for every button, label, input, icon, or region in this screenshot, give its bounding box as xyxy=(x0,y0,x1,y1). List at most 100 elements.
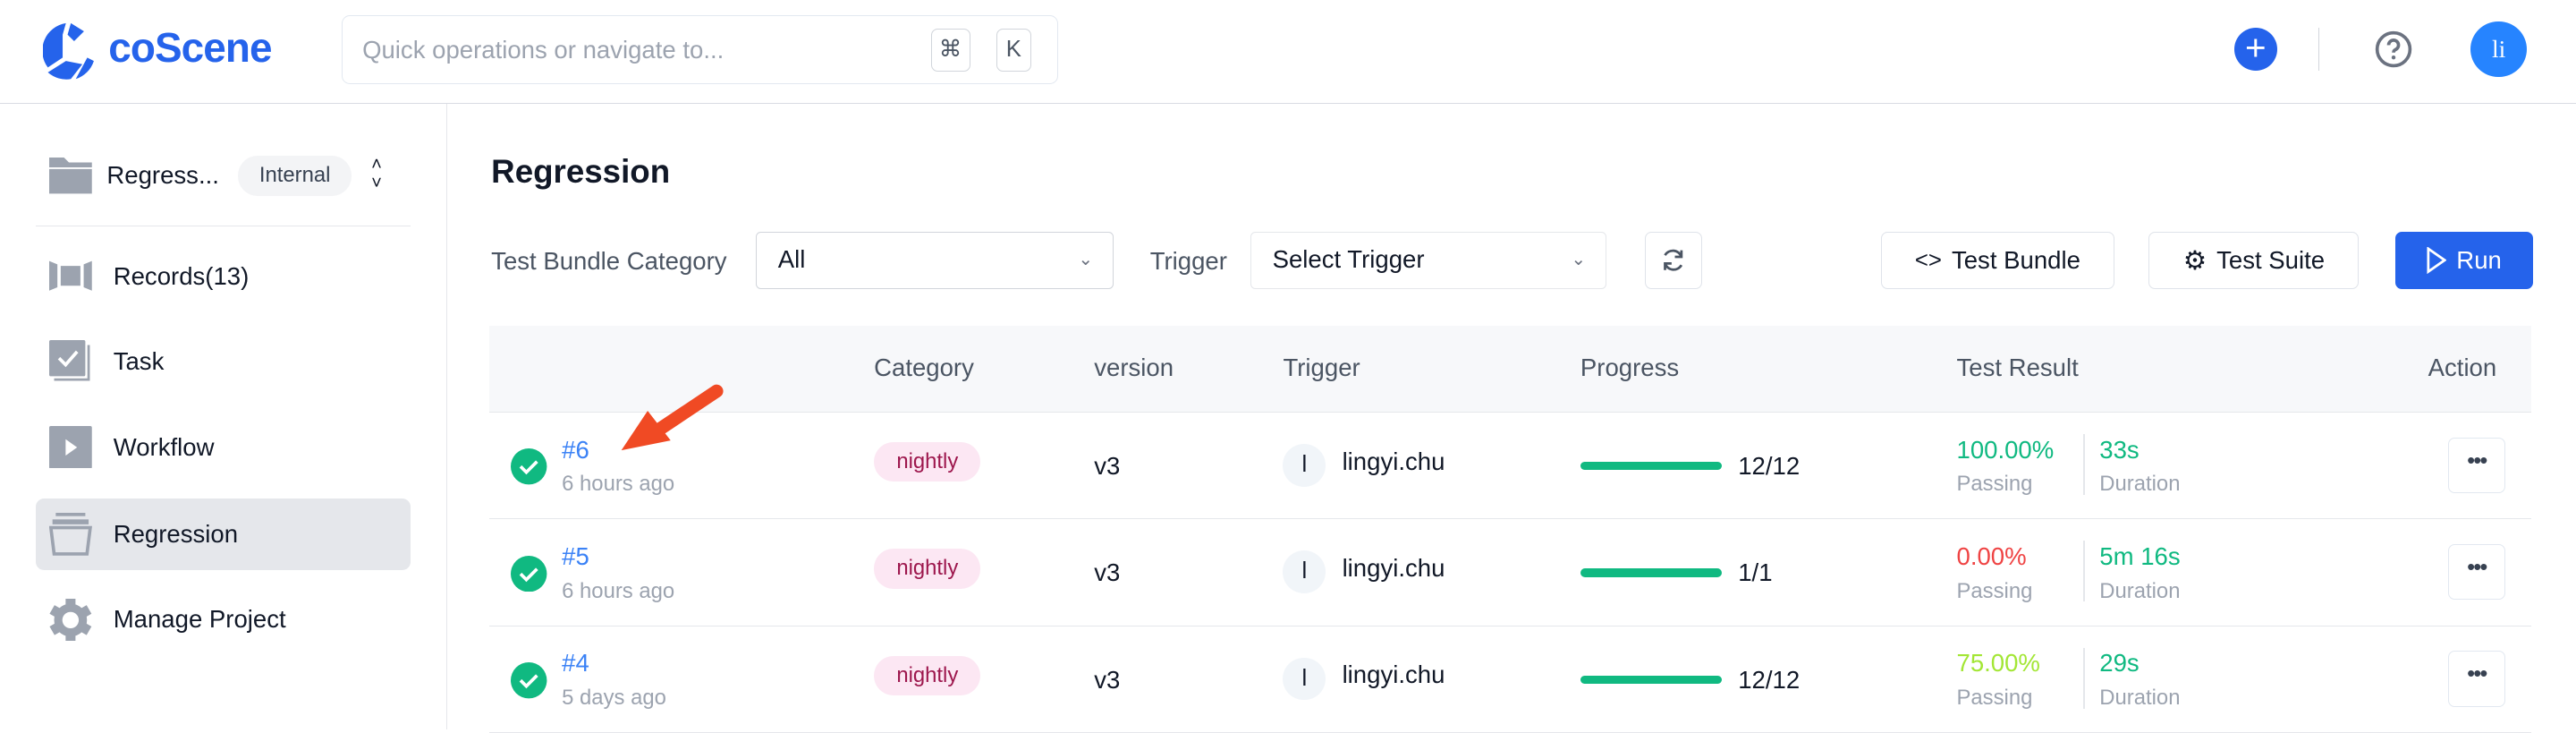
visibility-badge: Internal xyxy=(238,156,352,196)
duration: 29s xyxy=(2099,649,2140,678)
sidebar-item-manage-project[interactable]: Manage Project xyxy=(36,584,411,656)
project-switcher[interactable]: Regress... Internal ˄ ˅ xyxy=(36,148,411,203)
play-icon xyxy=(2427,247,2447,274)
top-bar: coScene Quick operations or navigate to.… xyxy=(0,0,2576,104)
passing-label: Passing xyxy=(1956,685,2033,710)
run-button[interactable]: Run xyxy=(2394,231,2534,290)
sidebar-item-label: Regression xyxy=(113,519,239,548)
column-header-trigger: Trigger xyxy=(1283,353,1360,381)
trigger-user: lingyi.chu xyxy=(1342,553,1445,582)
trigger-select[interactable]: Select Trigger ⌄ xyxy=(1250,231,1607,290)
success-check-icon xyxy=(511,662,547,699)
run-time: 6 hours ago xyxy=(562,472,675,497)
annotation-arrow-icon xyxy=(621,384,724,451)
trigger-avatar: l xyxy=(1283,550,1326,594)
category-badge: nightly xyxy=(874,549,981,589)
chevron-up-down-icon: ˄ ˅ xyxy=(371,155,382,193)
ellipsis-icon: ••• xyxy=(2467,661,2487,687)
gear-icon xyxy=(49,598,92,642)
duration: 5m 16s xyxy=(2099,542,2181,571)
more-actions-button[interactable]: ••• xyxy=(2447,437,2505,493)
run-time: 6 hours ago xyxy=(562,578,675,603)
progress-bar xyxy=(1580,675,1722,685)
passing-label: Passing xyxy=(1956,578,2033,603)
test-suite-label: Test Suite xyxy=(2216,246,2326,275)
help-icon[interactable] xyxy=(2374,30,2413,69)
sidebar-item-records[interactable]: Records(13) xyxy=(36,240,411,312)
search-input[interactable]: Quick operations or navigate to... ⌘ K xyxy=(342,14,1058,84)
column-header-progress: Progress xyxy=(1580,353,1680,381)
k-key-hint: K xyxy=(996,29,1031,72)
duration-label: Duration xyxy=(2099,578,2181,603)
success-check-icon xyxy=(511,448,547,485)
duration-label: Duration xyxy=(2099,472,2181,497)
test-bundle-button[interactable]: <> Test Bundle xyxy=(1881,231,2114,290)
sidebar-item-label: Manage Project xyxy=(113,605,286,634)
test-bundle-label: Test Bundle xyxy=(1951,246,2080,275)
command-key-hint: ⌘ xyxy=(930,29,970,72)
page-title: Regression xyxy=(491,152,671,190)
sidebar: Regress... Internal ˄ ˅ Records(13) Task … xyxy=(0,103,447,730)
chevron-down-icon: ⌄ xyxy=(1078,249,1094,269)
logo-text: coScene xyxy=(108,23,272,71)
test-suite-button[interactable]: ⚙ Test Suite xyxy=(2148,231,2360,290)
task-icon xyxy=(49,340,90,381)
sidebar-item-workflow[interactable]: Workflow xyxy=(36,411,411,483)
sidebar-item-task[interactable]: Task xyxy=(36,326,411,398)
gear-icon: ⚙ xyxy=(2182,245,2207,276)
refresh-button[interactable] xyxy=(1644,231,1702,290)
success-check-icon xyxy=(511,555,547,592)
passing-label: Passing xyxy=(1956,472,2033,497)
refresh-icon xyxy=(1664,250,1683,272)
trigger-avatar: l xyxy=(1283,657,1326,701)
column-header-category: Category xyxy=(874,353,974,381)
progress-bar xyxy=(1580,462,1722,471)
run-id-link[interactable]: #5 xyxy=(562,542,589,571)
run-id-link[interactable]: #4 xyxy=(562,649,589,678)
code-icon: <> xyxy=(1914,247,1942,273)
workflow-icon xyxy=(49,425,92,469)
divider xyxy=(2082,433,2085,495)
column-header-test-result: Test Result xyxy=(1956,353,2079,381)
user-avatar[interactable]: li xyxy=(2470,21,2527,78)
more-actions-button[interactable]: ••• xyxy=(2447,651,2505,707)
progress-count: 12/12 xyxy=(1738,665,1801,694)
sidebar-item-label: Records(13) xyxy=(113,261,250,290)
category-badge: nightly xyxy=(874,655,981,695)
sidebar-item-label: Workflow xyxy=(113,432,215,461)
divider xyxy=(2082,647,2085,709)
category-badge: nightly xyxy=(874,442,981,482)
duration: 33s xyxy=(2099,435,2140,464)
add-button[interactable]: + xyxy=(2233,27,2277,71)
ellipsis-icon: ••• xyxy=(2467,447,2487,473)
table-row: #6 6 hours ago nightly v3 l lingyi.chu 1… xyxy=(489,413,2532,520)
more-actions-button[interactable]: ••• xyxy=(2447,543,2505,601)
run-label: Run xyxy=(2456,246,2502,275)
version: v3 xyxy=(1094,452,1121,481)
progress-count: 1/1 xyxy=(1738,558,1773,587)
column-header-version: version xyxy=(1094,353,1174,381)
duration-label: Duration xyxy=(2099,685,2181,710)
progress-bar xyxy=(1580,568,1722,577)
run-id-link[interactable]: #6 xyxy=(562,436,589,465)
coscene-logo-icon xyxy=(42,22,94,80)
pass-rate: 75.00% xyxy=(1956,649,2040,678)
category-filter-label: Test Bundle Category xyxy=(491,246,727,275)
project-name: Regress... xyxy=(106,160,219,189)
pass-rate: 0.00% xyxy=(1956,542,2027,571)
divider xyxy=(2318,28,2320,71)
records-icon xyxy=(49,261,92,292)
ellipsis-icon: ••• xyxy=(2467,554,2487,580)
chevron-down-icon: ⌄ xyxy=(1571,249,1587,269)
version: v3 xyxy=(1094,558,1121,587)
column-header-action: Action xyxy=(2428,353,2497,381)
divider xyxy=(2082,541,2085,602)
sidebar-item-regression[interactable]: Regression xyxy=(36,498,411,571)
trigger-user: lingyi.chu xyxy=(1342,447,1445,475)
table-header xyxy=(489,325,2532,413)
category-select[interactable]: All ⌄ xyxy=(755,231,1114,290)
plus-icon: + xyxy=(2244,27,2267,69)
divider xyxy=(36,225,411,227)
category-select-value: All xyxy=(777,244,806,273)
search-placeholder: Quick operations or navigate to... xyxy=(362,35,724,64)
